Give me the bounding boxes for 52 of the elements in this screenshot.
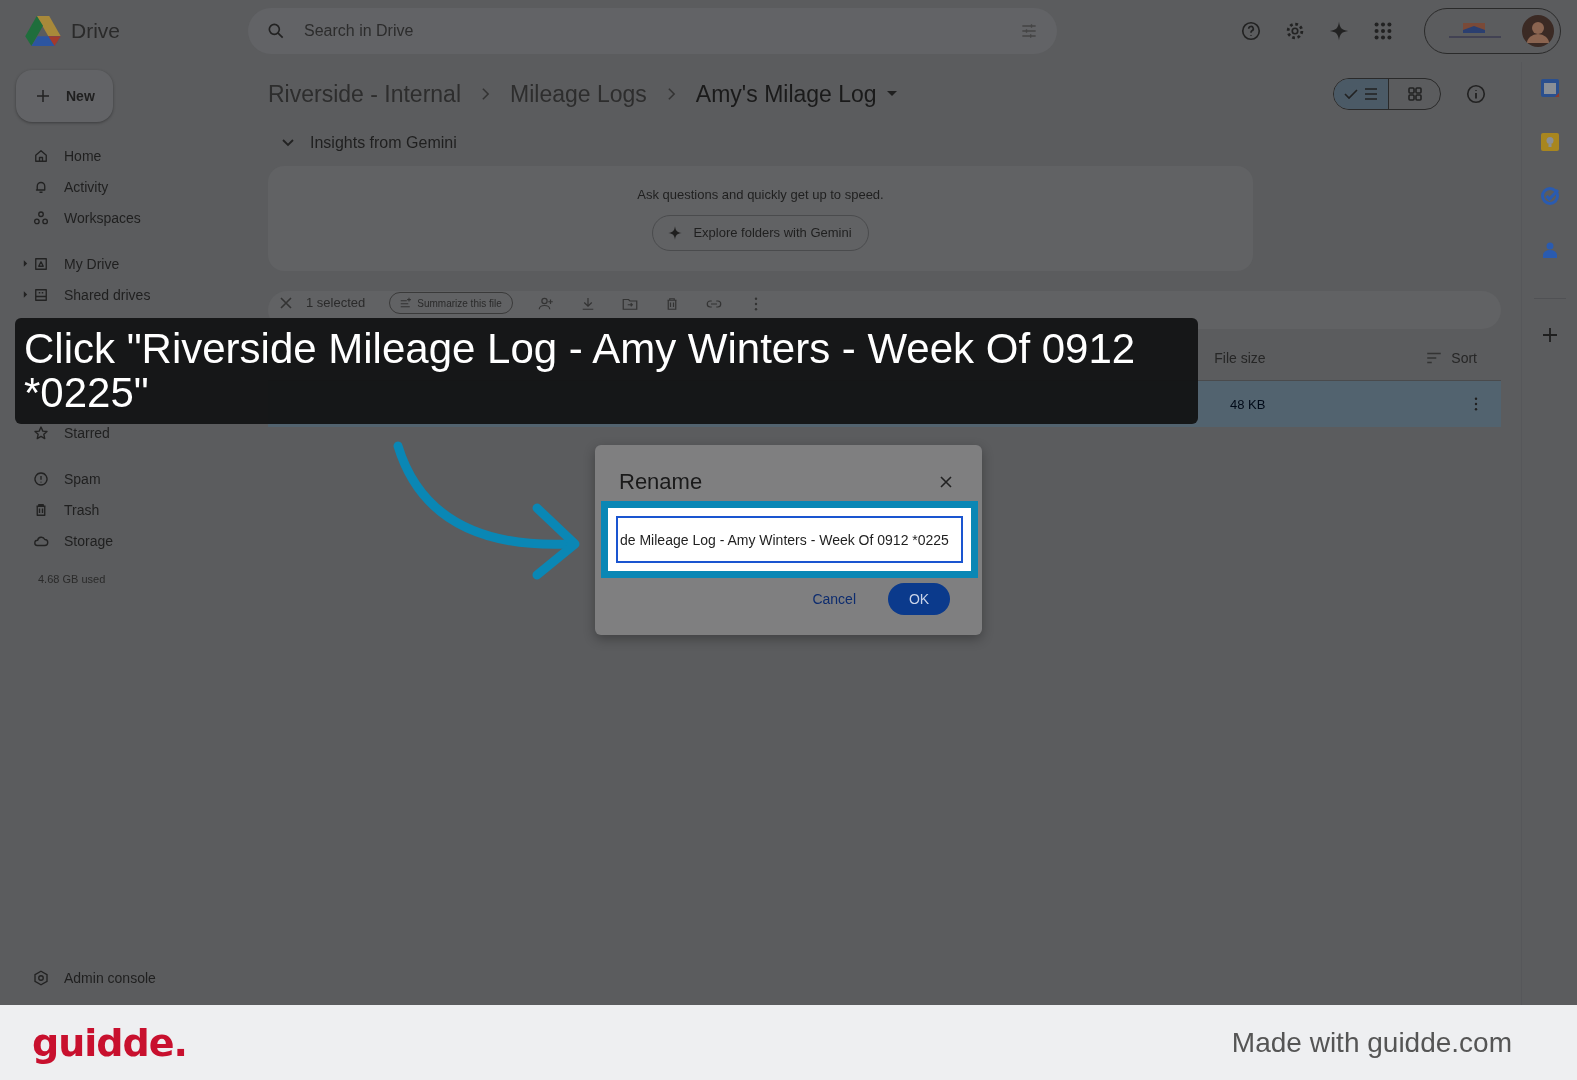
credit-text: Made with guidde.com: [1231, 1026, 1512, 1059]
close-icon[interactable]: [278, 295, 294, 311]
search-field[interactable]: Search in Drive: [248, 8, 1057, 54]
spam-icon: [32, 469, 50, 488]
workspaces-icon: [32, 208, 50, 227]
calendar-icon[interactable]: [1539, 78, 1560, 98]
sidebar-item[interactable]: Storage: [16, 525, 248, 556]
new-button[interactable]: New: [16, 70, 113, 122]
avatar-icon: [1522, 15, 1554, 47]
plus-icon: [34, 87, 52, 105]
info-icon[interactable]: [1465, 83, 1487, 105]
gemini-prompt: Ask questions and quickly get up to speed.: [637, 186, 884, 202]
check-circle-icon[interactable]: [1539, 186, 1560, 206]
dialog-title: Rename: [619, 469, 703, 495]
guidde-logo: guidde.: [32, 1020, 187, 1065]
filter-icon[interactable]: [1019, 21, 1039, 41]
instruction-tooltip: Click "Riverside Mileage Log - Amy Winters - Week Of 0912 *0225": [15, 318, 1198, 424]
search-icon: [266, 21, 286, 41]
chevron-icon: [481, 87, 491, 101]
admin-console-link[interactable]: Admin console: [16, 962, 248, 993]
sidebar-item[interactable]: Home: [16, 140, 248, 171]
cancel-button[interactable]: Cancel: [810, 583, 858, 615]
gemini-insights-toggle[interactable]: Insights from Gemini: [280, 128, 457, 158]
sort-button[interactable]: Sort: [1419, 347, 1483, 368]
grid-icon: [1406, 86, 1423, 102]
expand-caret-icon[interactable]: [23, 291, 28, 298]
sidebar-item[interactable]: Activity: [16, 171, 248, 202]
drive-logo-icon: [25, 15, 61, 47]
lightbulb-icon[interactable]: [1539, 132, 1560, 152]
list-icon: [1363, 86, 1379, 102]
check-icon: [1343, 86, 1359, 102]
summarize-icon: [400, 297, 413, 309]
breadcrumb-item[interactable]: Amy's Milage Log: [695, 80, 897, 108]
apps-grid-icon[interactable]: [1372, 20, 1394, 42]
caret-icon: [886, 91, 897, 97]
sidebar-item[interactable]: Shared drives: [16, 279, 248, 310]
filename-input[interactable]: de Mileage Log - Amy Winters - Week Of 0912 *0225: [608, 508, 971, 571]
list-view-button[interactable]: [1334, 79, 1388, 109]
expand-caret-icon[interactable]: [23, 260, 28, 267]
shield-icon: [32, 968, 50, 987]
column-header[interactable]: File size: [1214, 349, 1420, 366]
table-cell-text: 48 KB: [1230, 396, 1267, 412]
help-icon[interactable]: [1240, 20, 1262, 42]
sidebar-item[interactable]: Spam: [16, 463, 248, 494]
sidebar-item[interactable]: Workspaces: [16, 202, 248, 233]
selection-count: 1 selected: [306, 295, 366, 310]
settings-icon[interactable]: [1284, 20, 1306, 42]
chevron-icon: [666, 87, 676, 101]
close-icon[interactable]: [938, 474, 954, 490]
sidebar-item[interactable]: Trash: [16, 494, 248, 525]
sidebar-item[interactable]: My Drive: [16, 248, 248, 279]
ok-button[interactable]: OK: [888, 583, 950, 615]
